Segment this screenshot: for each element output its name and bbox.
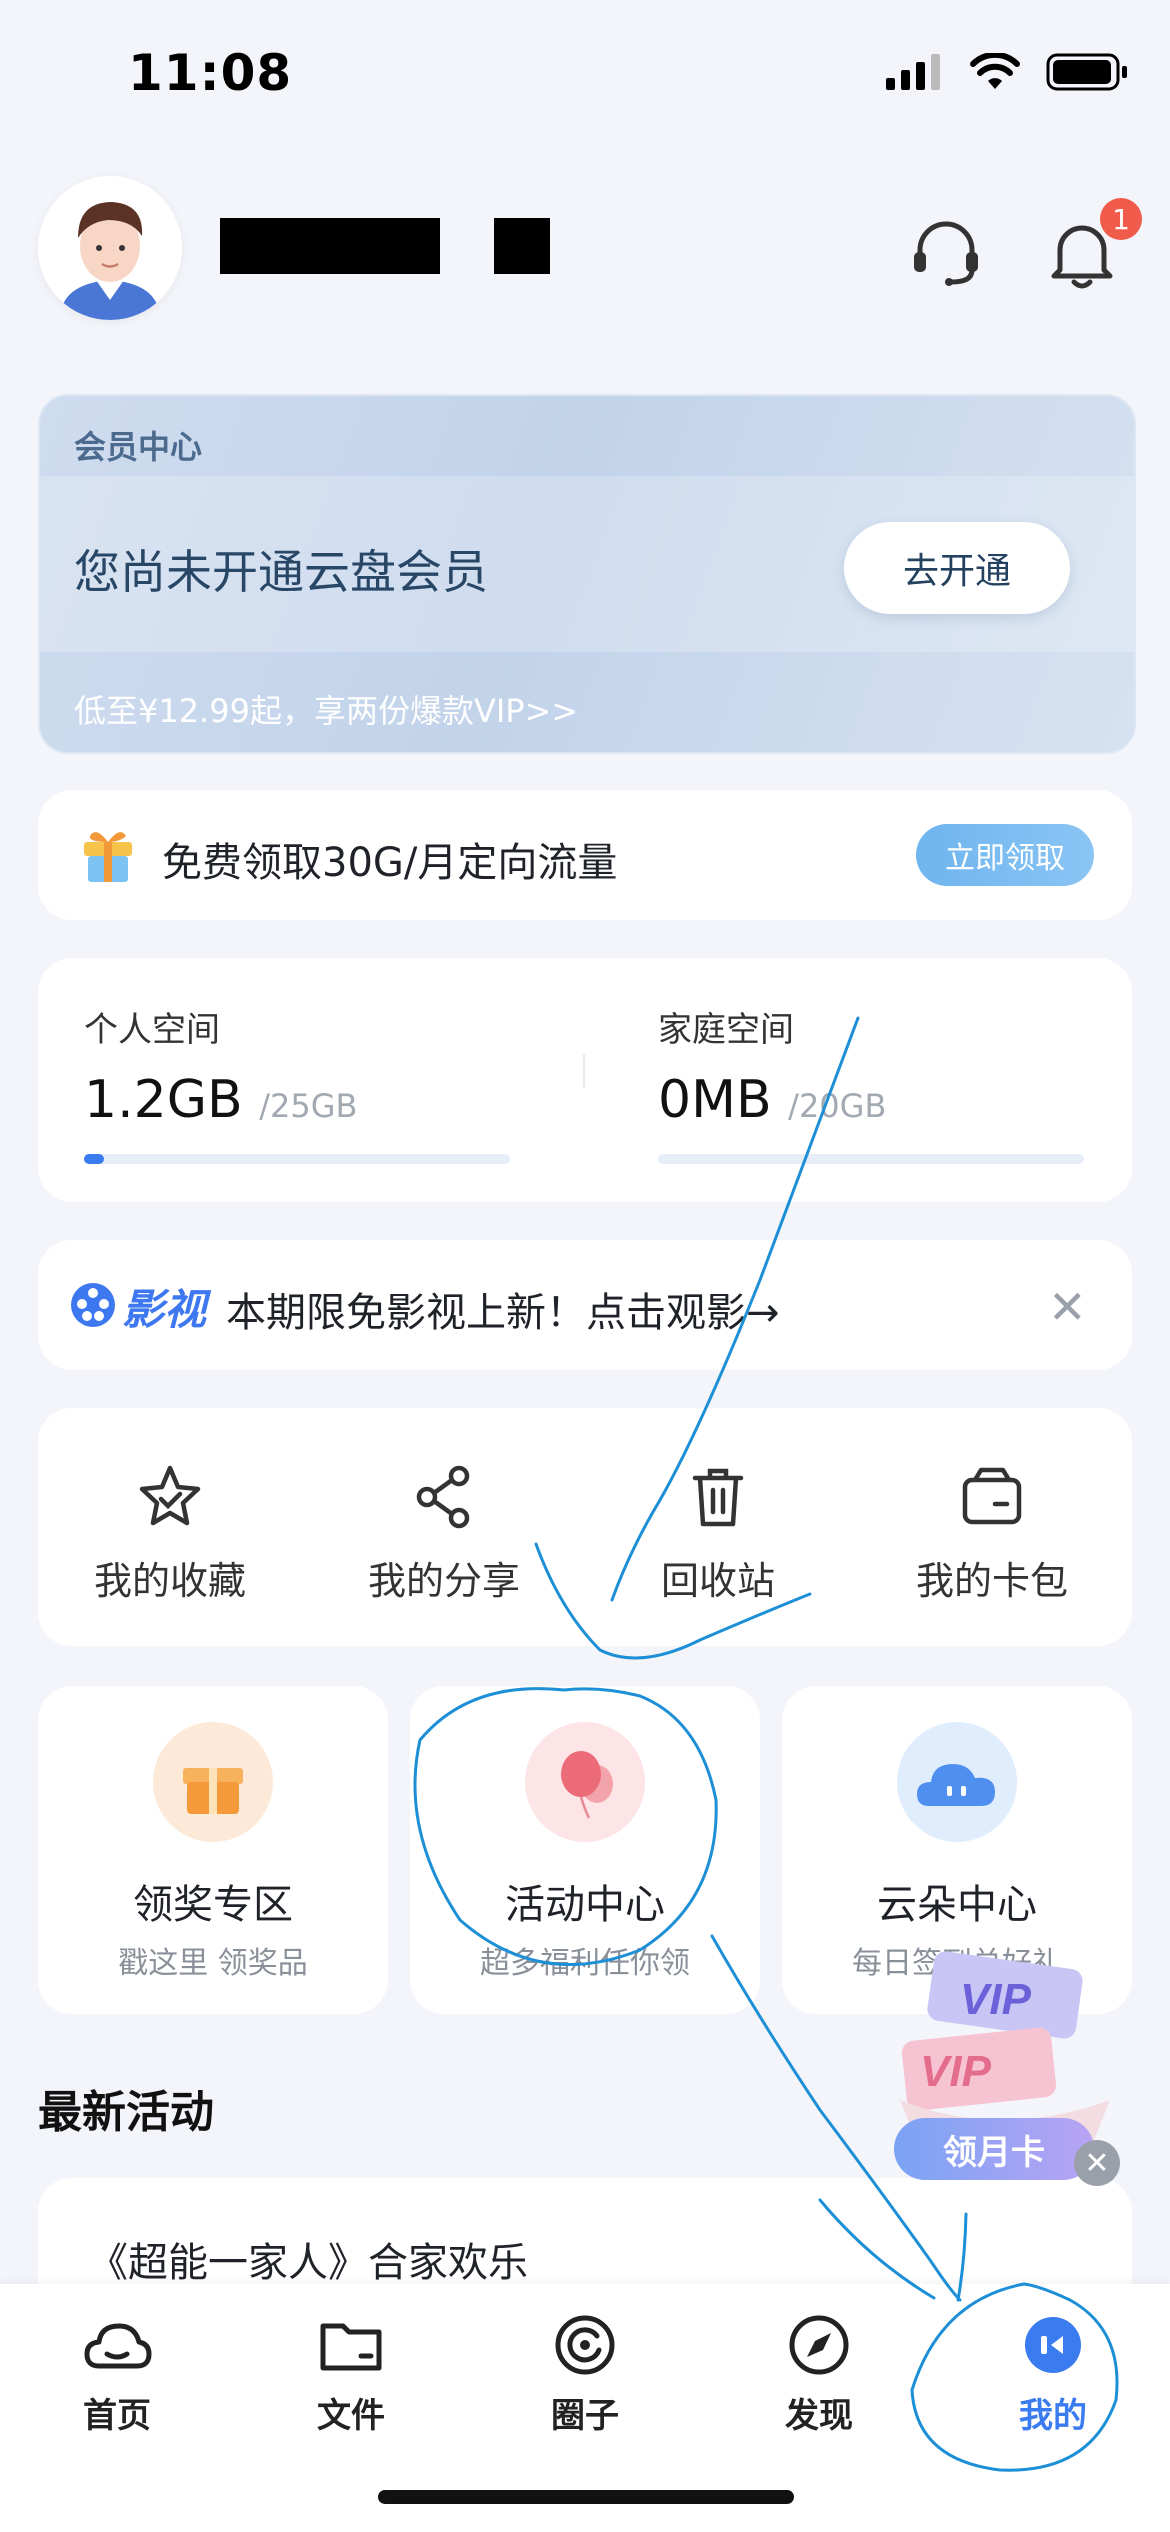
close-icon[interactable]: ✕ <box>1048 1280 1087 1334</box>
quick-action-recycle-bin[interactable]: 回收站 <box>598 1462 838 1605</box>
quick-action-favorites[interactable]: 我的收藏 <box>50 1462 290 1605</box>
promo-activity-center[interactable]: 活动中心 超多福利任你领 <box>410 1686 760 2014</box>
quick-actions-card: 我的收藏 我的分享 回收站 我的卡包 <box>38 1408 1132 1646</box>
open-vip-button[interactable]: 去开通 <box>844 522 1070 614</box>
close-floating-promo-icon[interactable]: ✕ <box>1074 2140 1120 2186</box>
personal-space-bar-fill <box>84 1154 105 1164</box>
storage-divider <box>583 1054 585 1088</box>
wallet-icon <box>962 1467 1022 1525</box>
gift-box-icon <box>153 1722 273 1842</box>
quick-action-share[interactable]: 我的分享 <box>324 1462 564 1605</box>
quick-action-label: 我的分享 <box>367 1559 520 1603</box>
avatar-illustration <box>38 176 182 320</box>
compass-icon <box>789 2315 849 2375</box>
promo-title: 活动中心 <box>505 1882 665 1928</box>
status-icons <box>886 52 1130 92</box>
star-icon <box>139 1465 201 1526</box>
latest-activities-title: 最新活动 <box>38 2087 214 2138</box>
trash-icon <box>692 1468 744 1527</box>
personal-space-label: 个人空间 <box>84 1010 220 1050</box>
personal-space-total: /25GB <box>259 1087 358 1125</box>
tab-home[interactable]: 首页 <box>0 2314 234 2437</box>
movie-banner[interactable]: 影视 本期限免影视上新！点击观影→ ✕ <box>38 1240 1132 1370</box>
vip-label-2: VIP <box>920 2047 992 2096</box>
vip-card-title: 会员中心 <box>74 428 203 466</box>
family-space-usage: 0MB /20GB <box>658 1070 886 1130</box>
tab-label: 发现 <box>785 2396 853 2436</box>
vip-card-headline: 您尚未开通云盘会员 <box>74 545 488 599</box>
redacted-id <box>494 218 550 274</box>
redacted-username <box>220 218 440 274</box>
avatar[interactable] <box>38 176 182 320</box>
tab-label: 首页 <box>83 2396 151 2436</box>
film-reel-icon <box>71 1283 115 1327</box>
tab-files[interactable]: 文件 <box>234 2314 468 2437</box>
headset-icon[interactable] <box>904 210 988 294</box>
family-space-label: 家庭空间 <box>658 1010 794 1050</box>
status-time: 11:08 <box>128 44 293 102</box>
battery-icon <box>1046 53 1127 91</box>
family-space-used: 0MB <box>658 1070 772 1130</box>
promo-title: 云朵中心 <box>877 1882 1037 1928</box>
family-space-total: /20GB <box>788 1087 887 1125</box>
movie-banner-text: 本期限免影视上新！点击观影→ <box>226 1290 780 1336</box>
personal-space-used: 1.2GB <box>84 1070 243 1130</box>
claim-now-button[interactable]: 立即领取 <box>916 824 1094 886</box>
folder-icon <box>320 2323 382 2371</box>
flow-banner[interactable]: 免费领取30G/月定向流量 立即领取 <box>38 790 1132 920</box>
promo-title: 领奖专区 <box>133 1882 293 1928</box>
family-space-bar <box>658 1154 1084 1164</box>
personal-space-bar <box>84 1154 510 1164</box>
profile-icon <box>1025 2317 1081 2373</box>
promo-rewards[interactable]: 领奖专区 戳这里 领奖品 <box>38 1686 388 2014</box>
cloud-icon <box>897 1722 1017 1842</box>
quick-action-label: 回收站 <box>660 1559 775 1603</box>
flow-banner-text: 免费领取30G/月定向流量 <box>162 840 618 886</box>
tab-discover[interactable]: 发现 <box>702 2314 936 2437</box>
vip-card-footer[interactable]: 低至¥12.99起，享两份爆款VIP>> <box>74 686 578 732</box>
notification-badge: 1 <box>1100 198 1142 240</box>
promo-subtitle: 超多福利任你领 <box>480 1946 690 1981</box>
storage-card[interactable]: 个人空间 1.2GB /25GB 家庭空间 0MB /20GB <box>38 958 1132 1202</box>
tab-label: 文件 <box>317 2396 385 2436</box>
circle-icon <box>555 2315 615 2375</box>
movie-brand: 影视 <box>122 1285 207 1334</box>
signal-icon <box>886 54 940 90</box>
vip-label-1: VIP <box>960 1975 1032 2024</box>
balloon-icon <box>525 1722 645 1842</box>
gift-icon <box>84 832 132 882</box>
claim-monthly-card-button[interactable]: 领月卡 <box>894 2118 1094 2180</box>
cloud-outline-icon <box>84 2323 152 2369</box>
quick-action-label: 我的收藏 <box>93 1559 246 1603</box>
latest-activity-text: 《超能一家人》合家欢乐 <box>88 2240 528 2286</box>
quick-action-label: 我的卡包 <box>915 1559 1068 1603</box>
tab-label: 我的 <box>1019 2396 1087 2436</box>
tab-mine[interactable]: 我的 <box>936 2314 1170 2437</box>
quick-action-card-wallet[interactable]: 我的卡包 <box>872 1462 1112 1605</box>
home-indicator <box>378 2490 794 2504</box>
promo-subtitle: 戳这里 领奖品 <box>118 1946 308 1981</box>
personal-space-usage: 1.2GB /25GB <box>84 1070 357 1130</box>
tab-circle[interactable]: 圈子 <box>468 2314 702 2437</box>
wifi-icon <box>970 53 1020 89</box>
tab-label: 圈子 <box>551 2396 619 2436</box>
share-icon <box>416 1465 470 1529</box>
vip-card[interactable]: 会员中心 您尚未开通云盘会员 去开通 低至¥12.99起，享两份爆款VIP>> <box>38 394 1136 754</box>
